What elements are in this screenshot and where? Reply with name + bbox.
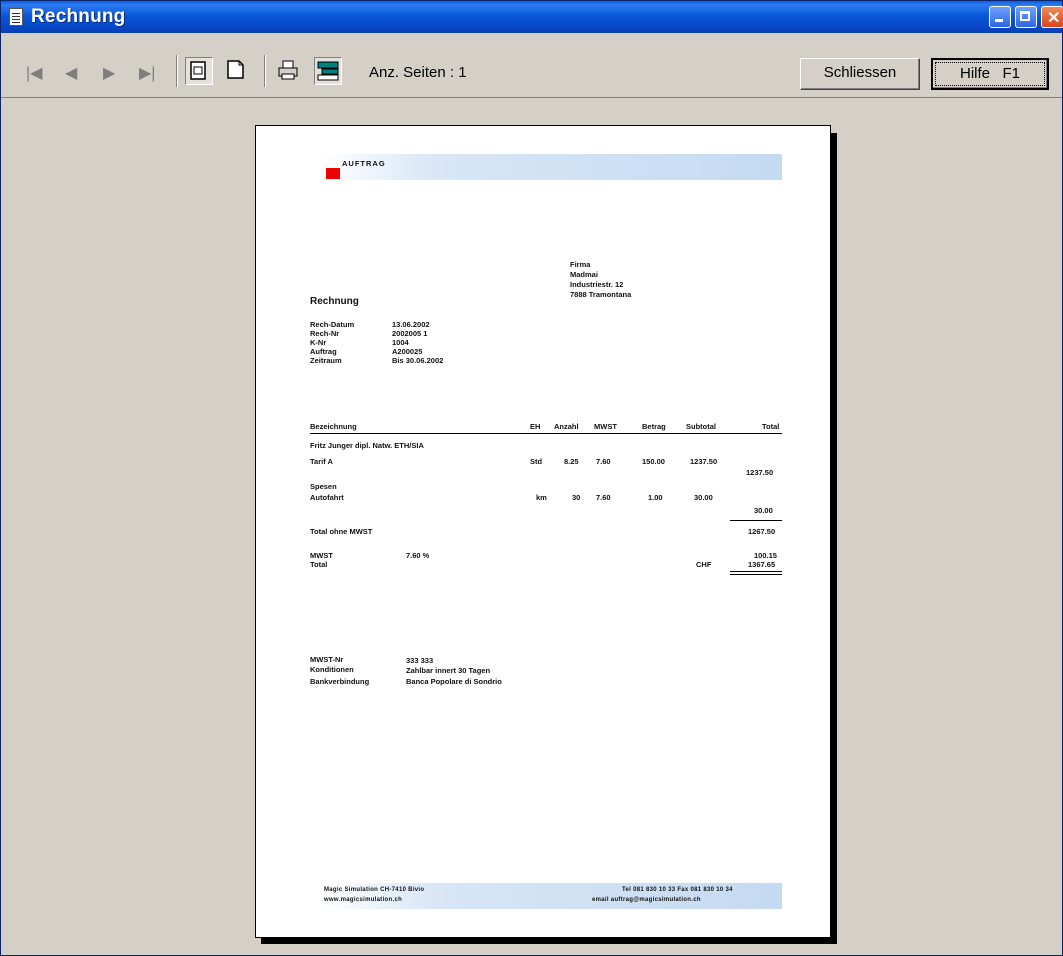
report-window: Rechnung ✕ |◀ ◀ ▶ ▶| Anz. Seiten : 1 Sch… — [0, 0, 1063, 956]
invoice-title: Rechnung — [310, 296, 359, 307]
footer-label: MWST-Nr — [310, 655, 344, 664]
printer-icon — [278, 60, 298, 80]
recipient-line: 7888 Tramontana — [570, 290, 632, 299]
page-width-view-button[interactable] — [223, 57, 251, 85]
logo-red-square — [326, 168, 340, 179]
line-item-anzahl: 30 — [572, 493, 581, 502]
company-website: www.magicsimulation.ch — [324, 897, 403, 903]
column-header: EH — [530, 422, 541, 431]
close-button[interactable]: Schliessen — [800, 58, 920, 90]
column-header: Total — [762, 422, 780, 431]
page-icon — [227, 60, 244, 79]
last-page-icon[interactable]: ▶| — [139, 63, 155, 83]
info-label: Zeitraum — [310, 356, 342, 365]
footer-value: 333 333 — [406, 656, 434, 665]
recipient-line: Firma — [570, 260, 591, 269]
line-item-label: Tarif A — [310, 457, 333, 466]
total-no-tax-label: Total ohne MWST — [310, 527, 373, 536]
recipient-line: Industriestr. 12 — [570, 280, 624, 289]
page-setup-icon — [317, 61, 339, 81]
window-title: Rechnung — [31, 6, 126, 27]
tax-rate: 7.60 % — [406, 551, 430, 560]
info-value: 1004 — [392, 338, 409, 347]
maximize-button[interactable] — [1015, 6, 1037, 28]
group-title: Fritz Junger dipl. Natw. ETH/SIA — [310, 441, 424, 450]
group-title: Spesen — [310, 482, 337, 491]
line-item-mwst: 7.60 — [596, 493, 611, 502]
double-rule — [730, 571, 782, 572]
info-value: 2002005 1 — [392, 329, 428, 338]
single-page-view-button[interactable] — [185, 57, 213, 85]
document-icon — [9, 8, 23, 26]
print-button[interactable] — [275, 57, 303, 85]
recipient-line: Madmai — [570, 270, 598, 279]
info-label: Rech-Nr — [310, 329, 340, 338]
sum-rule — [730, 520, 782, 521]
previous-page-icon[interactable]: ◀ — [65, 63, 77, 83]
first-page-icon[interactable]: |◀ — [26, 63, 42, 83]
minimize-button[interactable] — [989, 6, 1011, 28]
table-rule — [310, 433, 782, 434]
footer-value: Zahlbar innert 30 Tagen — [406, 666, 491, 675]
column-header: Bezeichnung — [310, 422, 357, 431]
info-label: K-Nr — [310, 338, 327, 347]
info-value: 13.06.2002 — [392, 320, 430, 329]
tax-label: MWST — [310, 551, 333, 560]
line-item-anzahl: 8.25 — [564, 457, 579, 466]
invoice-page: AUFTRAG Firma Madmai Industriestr. 12 78… — [255, 125, 831, 938]
toolbar: |◀ ◀ ▶ ▶| Anz. Seiten : 1 Schliessen Hil… — [1, 33, 1062, 98]
footer-value: Banca Popolare di Sondrio — [406, 677, 502, 686]
help-button[interactable]: Hilfe F1 — [931, 58, 1049, 90]
column-header: MWST — [594, 422, 617, 431]
double-rule — [730, 574, 782, 575]
footer-label: Bankverbindung — [310, 677, 370, 686]
column-header: Subtotal — [686, 422, 716, 431]
total-label: Total — [310, 560, 328, 569]
line-item-mwst: 7.60 — [596, 457, 611, 466]
footer-label: Konditionen — [310, 665, 354, 674]
line-item-label: Autofahrt — [310, 493, 344, 502]
line-item-betrag: 1.00 — [648, 493, 663, 502]
total-no-tax-value: 1267.50 — [748, 527, 776, 536]
currency-label: CHF — [696, 560, 712, 569]
header-text: AUFTRAG — [342, 159, 386, 168]
column-header: Anzahl — [554, 422, 579, 431]
single-page-icon — [190, 61, 206, 80]
close-window-button[interactable]: ✕ — [1041, 6, 1063, 28]
page-count-label: Anz. Seiten : 1 — [369, 64, 467, 81]
title-bar[interactable]: Rechnung ✕ — [1, 1, 1063, 33]
page-setup-button[interactable] — [314, 57, 342, 85]
toolbar-separator — [176, 55, 178, 87]
toolbar-separator — [264, 55, 266, 87]
next-page-icon[interactable]: ▶ — [103, 63, 115, 83]
group-total: 1237.50 — [746, 468, 774, 477]
line-item-eh: km — [536, 493, 547, 502]
info-label: Rech-Datum — [310, 320, 355, 329]
info-value: A200025 — [392, 347, 423, 356]
company-phone: Tel 081 830 10 33 Fax 081 830 10 34 — [622, 887, 733, 893]
company-address: Magic Simulation CH-7410 Bivio — [324, 887, 425, 893]
grand-total-value: 1367.65 — [748, 560, 776, 569]
line-item-eh: Std — [530, 457, 543, 466]
info-label: Auftrag — [310, 347, 337, 356]
line-item-betrag: 150.00 — [642, 457, 665, 466]
company-email: email auftrag@magicsimulation.ch — [592, 897, 701, 903]
line-item-subtotal: 1237.50 — [690, 457, 718, 466]
column-header: Betrag — [642, 422, 666, 431]
info-value: Bis 30.06.2002 — [392, 356, 444, 365]
header-band — [320, 154, 782, 180]
group-total: 30.00 — [754, 506, 773, 515]
line-item-subtotal: 30.00 — [694, 493, 713, 502]
tax-amount: 100.15 — [754, 551, 777, 560]
